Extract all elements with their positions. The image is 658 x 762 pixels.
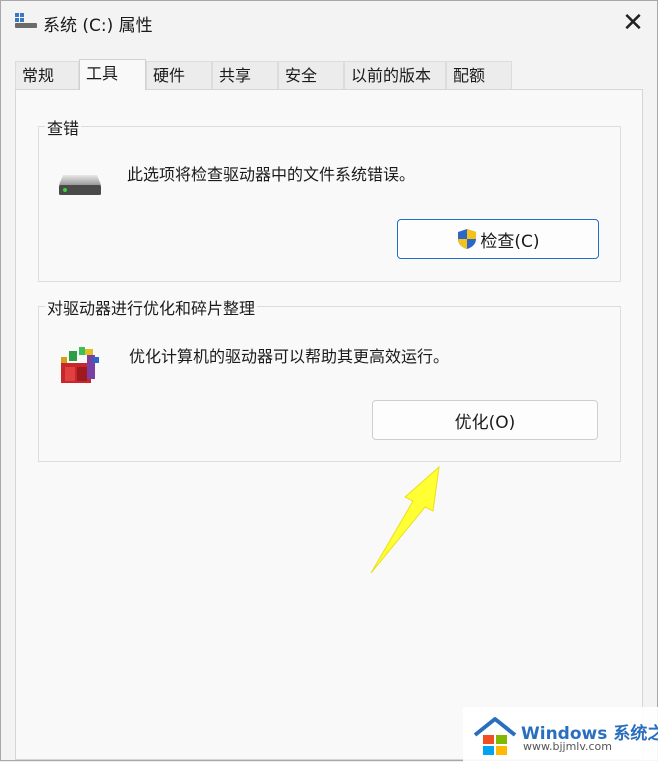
defrag-icon — [61, 347, 99, 383]
tab-tools[interactable]: 工具 — [79, 59, 146, 90]
drive-icon — [15, 13, 37, 28]
error-check-group: 查错 此选项将检查驱动器中的文件系统错误。 检查(C) — [38, 115, 621, 282]
optimize-group: 对驱动器进行优化和碎片整理 优化计算机的驱动器可以帮助其更高效运行。 优化(O) — [38, 295, 621, 462]
optimize-button-label: 优化(O) — [454, 412, 516, 433]
optimize-description: 优化计算机的驱动器可以帮助其更高效运行。 — [129, 347, 450, 366]
optimize-title: 对驱动器进行优化和碎片整理 — [45, 295, 258, 319]
tab-general[interactable]: 常规 — [15, 61, 79, 89]
watermark: Windows系统之家 www.bjjmlv.com — [463, 707, 658, 762]
error-check-description: 此选项将检查驱动器中的文件系统错误。 — [127, 165, 416, 184]
title-bar: 系统 (C:) 属性 ✕ — [1, 1, 657, 45]
tab-security[interactable]: 安全 — [278, 61, 344, 89]
check-button-label: 检查(C) — [480, 231, 540, 252]
check-button[interactable]: 检查(C) — [397, 219, 599, 259]
tab-previous-versions[interactable]: 以前的版本 — [344, 61, 446, 89]
uac-shield-icon — [458, 229, 477, 249]
tab-strip: 常规 工具 硬件 共享 安全 以前的版本 配额 — [15, 59, 515, 90]
close-button[interactable]: ✕ — [609, 1, 657, 45]
tab-sharing[interactable]: 共享 — [212, 61, 278, 89]
hard-drive-icon — [59, 175, 101, 195]
close-icon: ✕ — [622, 8, 644, 38]
tools-panel: 查错 此选项将检查驱动器中的文件系统错误。 检查(C) 对驱动器进行优化和碎片整… — [15, 89, 643, 760]
house-logo-icon — [473, 717, 517, 755]
annotation-arrow-icon — [370, 465, 440, 574]
tab-hardware[interactable]: 硬件 — [146, 61, 212, 89]
watermark-brand-cn: 系统之家 — [613, 724, 658, 744]
tab-quota[interactable]: 配额 — [446, 61, 512, 89]
properties-window: 系统 (C:) 属性 ✕ 常规 工具 硬件 共享 安全 以前的版本 配额 查错 — [0, 0, 658, 762]
watermark-url: www.bjjmlv.com — [523, 740, 612, 753]
window-title: 系统 (C:) 属性 — [43, 16, 153, 36]
error-check-title: 查错 — [45, 115, 82, 139]
optimize-button[interactable]: 优化(O) — [372, 400, 598, 440]
